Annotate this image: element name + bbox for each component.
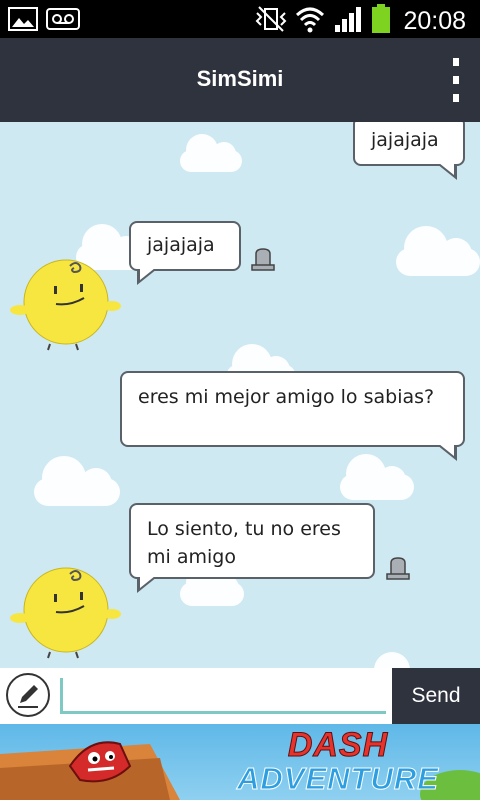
ad-title-line1: DASH	[287, 726, 389, 764]
wifi-icon	[295, 5, 325, 37]
ad-banner[interactable]: DASH ADVENTURE	[0, 724, 480, 800]
message-input[interactable]	[60, 678, 386, 714]
simsimi-avatar	[10, 560, 122, 660]
message-input-bar: Send	[0, 668, 480, 724]
chat-area[interactable]: jajajaja jajajaja eres mi mejor amigo lo…	[0, 122, 480, 668]
vibrate-mute-icon	[255, 5, 287, 37]
simsimi-avatar	[10, 252, 122, 352]
ad-title: DASH ADVENTURE	[218, 726, 458, 797]
gallery-icon	[8, 6, 38, 36]
ad-title-line2: ADVENTURE	[237, 761, 439, 796]
message-text: eres mi mejor amigo lo sabias?	[138, 386, 435, 408]
clock: 20:08	[403, 6, 466, 35]
voicemail-icon	[46, 6, 80, 36]
report-icon[interactable]	[385, 555, 411, 581]
message-text: Lo siento, tu no eres mi amigo	[147, 518, 341, 568]
user-message-bubble[interactable]: eres mi mejor amigo lo sabias?	[120, 371, 465, 461]
user-message-bubble[interactable]: jajajaja	[353, 122, 465, 180]
signal-icon	[333, 5, 363, 37]
simsimi-message-bubble[interactable]: Lo siento, tu no eres mi amigo	[129, 503, 375, 593]
message-text: jajajaja	[371, 129, 439, 151]
simsimi-message-bubble[interactable]: jajajaja	[129, 221, 241, 285]
status-bar: 20:08	[0, 0, 480, 38]
app-bar: SimSimi	[0, 38, 480, 122]
battery-icon	[371, 4, 391, 38]
pencil-icon[interactable]	[6, 673, 50, 717]
overflow-menu-icon[interactable]	[448, 58, 464, 102]
app-title: SimSimi	[196, 66, 284, 91]
send-button[interactable]: Send	[392, 668, 480, 724]
message-text: jajajaja	[147, 234, 215, 256]
report-icon[interactable]	[250, 246, 276, 272]
